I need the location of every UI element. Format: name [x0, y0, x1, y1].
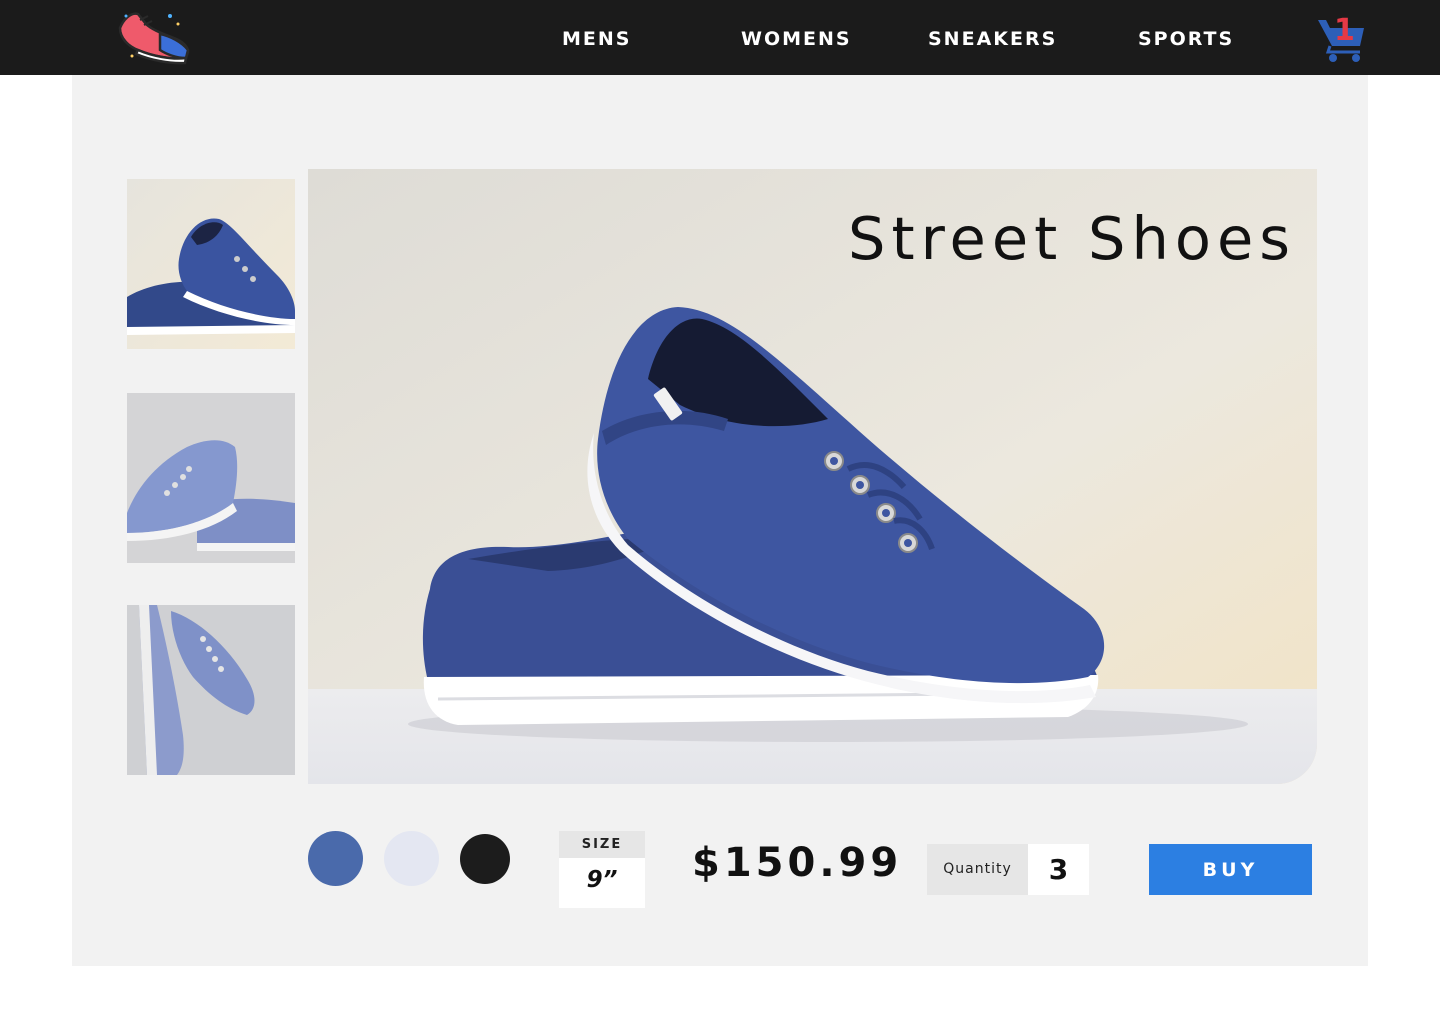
thumbnail-1[interactable] — [127, 179, 295, 349]
thumbnail-3[interactable] — [127, 605, 295, 775]
quantity-control: Quantity 3 — [927, 844, 1089, 895]
thumbnail-2[interactable] — [127, 393, 295, 563]
nav-sneakers[interactable]: SNEAKERS — [928, 28, 1057, 50]
product-title: Street Shoes — [848, 204, 1297, 273]
top-nav-bar: MENS WOMENS SNEAKERS SPORTS 1 — [0, 0, 1440, 75]
size-value: 9” — [586, 867, 618, 893]
nav-womens[interactable]: WOMENS — [741, 28, 852, 50]
size-selector[interactable]: SIZE 9” — [559, 831, 645, 908]
color-swatch-light[interactable] — [384, 831, 439, 886]
quantity-label: Quantity — [927, 844, 1028, 895]
sneaker-logo-icon[interactable] — [112, 6, 194, 68]
color-swatch-blue[interactable] — [308, 831, 363, 886]
nav-sports[interactable]: SPORTS — [1138, 28, 1234, 50]
cart-count-badge: 1 — [1334, 13, 1355, 48]
quantity-input[interactable]: 3 — [1028, 844, 1089, 895]
size-label: SIZE — [559, 831, 645, 858]
buy-button[interactable]: BUY — [1149, 844, 1312, 895]
color-swatch-black[interactable] — [460, 834, 510, 884]
nav-mens[interactable]: MENS — [562, 28, 631, 50]
product-price: $150.99 — [692, 840, 903, 886]
